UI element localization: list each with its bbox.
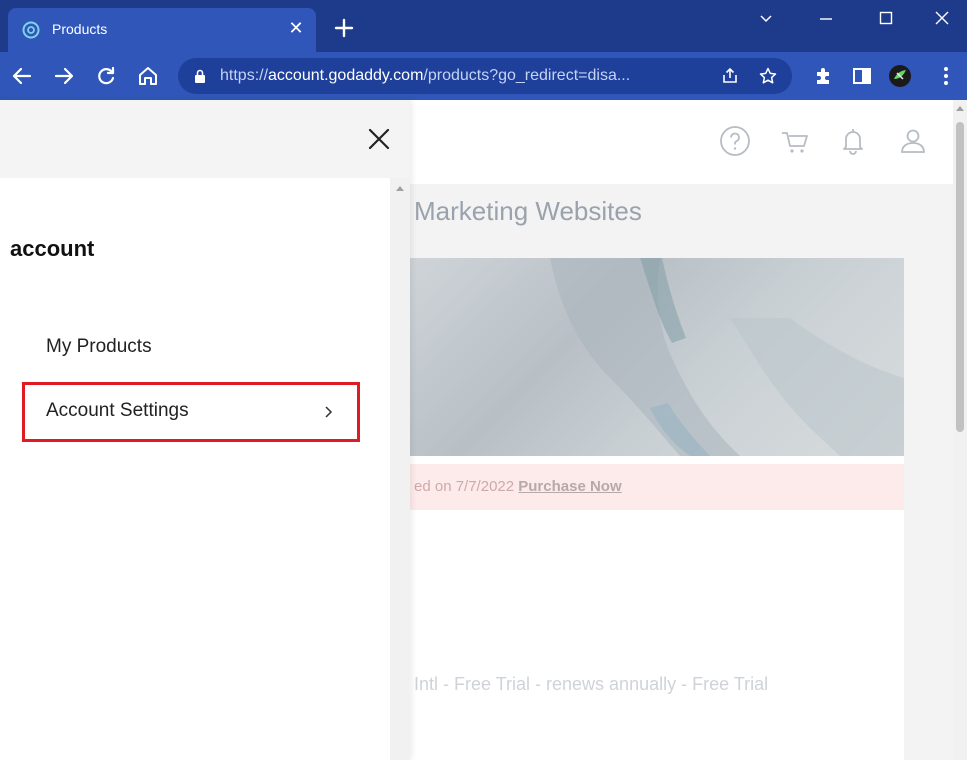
home-icon[interactable] bbox=[136, 64, 160, 88]
browser-titlebar: Products ✕ bbox=[0, 0, 967, 52]
product-line-text: Intl - Free Trial - renews annually - Fr… bbox=[414, 674, 769, 694]
purchase-now-link[interactable]: Purchase Now bbox=[518, 478, 621, 495]
lock-icon[interactable] bbox=[194, 69, 206, 83]
page-scrollbar[interactable] bbox=[953, 100, 967, 760]
tab-search-chevron-down-icon[interactable] bbox=[746, 4, 786, 32]
user-icon[interactable] bbox=[896, 124, 930, 158]
share-icon[interactable] bbox=[720, 66, 740, 86]
address-bar[interactable]: https://account.godaddy.com/products?go_… bbox=[178, 58, 792, 94]
help-icon[interactable] bbox=[718, 124, 752, 158]
url-path: /products?go_redirect=disa... bbox=[423, 67, 631, 84]
tab-close-icon[interactable]: ✕ bbox=[286, 18, 306, 38]
account-drawer: account My Products Account Settings bbox=[0, 100, 410, 760]
drawer-close-icon[interactable] bbox=[366, 126, 392, 152]
chevron-right-icon bbox=[325, 406, 333, 418]
profile-avatar-icon[interactable] bbox=[888, 64, 912, 88]
forward-icon[interactable] bbox=[52, 64, 76, 88]
minimize-icon[interactable] bbox=[806, 4, 846, 32]
scroll-up-arrow-icon[interactable] bbox=[956, 106, 964, 111]
drawer-heading: account bbox=[10, 236, 95, 261]
notice-prefix: ed on 7/7/2022 bbox=[414, 478, 519, 495]
url-scheme: https:// bbox=[220, 67, 269, 84]
account-settings-label: Account Settings bbox=[46, 400, 189, 421]
product-card-image bbox=[410, 258, 904, 456]
puzzle-extension-icon[interactable] bbox=[812, 64, 836, 88]
drawer-scrollbar[interactable] bbox=[390, 178, 410, 760]
side-panel-icon[interactable] bbox=[850, 64, 874, 88]
browser-toolbar: https://account.godaddy.com/products?go_… bbox=[0, 52, 967, 100]
menu-item-my-products[interactable]: My Products bbox=[46, 336, 152, 358]
back-icon[interactable] bbox=[10, 64, 34, 88]
notice-text: ed on 7/7/2022 Purchase Now bbox=[414, 478, 622, 495]
drawer-scroll-up-arrow-icon[interactable] bbox=[396, 186, 404, 191]
maximize-icon[interactable] bbox=[866, 4, 906, 32]
drawer-body: account My Products Account Settings bbox=[0, 178, 390, 760]
cart-icon[interactable] bbox=[778, 124, 812, 158]
url-text[interactable]: https://account.godaddy.com/products?go_… bbox=[220, 67, 630, 85]
bookmark-star-icon[interactable] bbox=[758, 66, 778, 86]
browser-tab[interactable]: Products ✕ bbox=[8, 8, 316, 52]
section-title: Marketing Websites bbox=[414, 196, 642, 226]
godaddy-favicon-icon bbox=[22, 21, 40, 39]
scrollbar-thumb[interactable] bbox=[956, 122, 964, 432]
purchase-notice: ed on 7/7/2022 Purchase Now bbox=[410, 464, 904, 510]
product-card: ed on 7/7/2022 Purchase Now Intl - Free … bbox=[410, 258, 904, 760]
menu-item-account-settings[interactable]: Account Settings bbox=[22, 382, 360, 442]
tab-title: Products bbox=[52, 21, 108, 37]
product-hero-illustration bbox=[550, 258, 904, 456]
url-domain: account.godaddy.com bbox=[268, 67, 424, 84]
menu-dots-icon[interactable] bbox=[934, 64, 958, 88]
bell-icon[interactable] bbox=[836, 124, 870, 158]
drawer-header bbox=[0, 100, 410, 178]
window-close-icon[interactable] bbox=[922, 4, 962, 32]
reload-icon[interactable] bbox=[94, 64, 118, 88]
new-tab-plus-icon[interactable] bbox=[332, 16, 356, 40]
